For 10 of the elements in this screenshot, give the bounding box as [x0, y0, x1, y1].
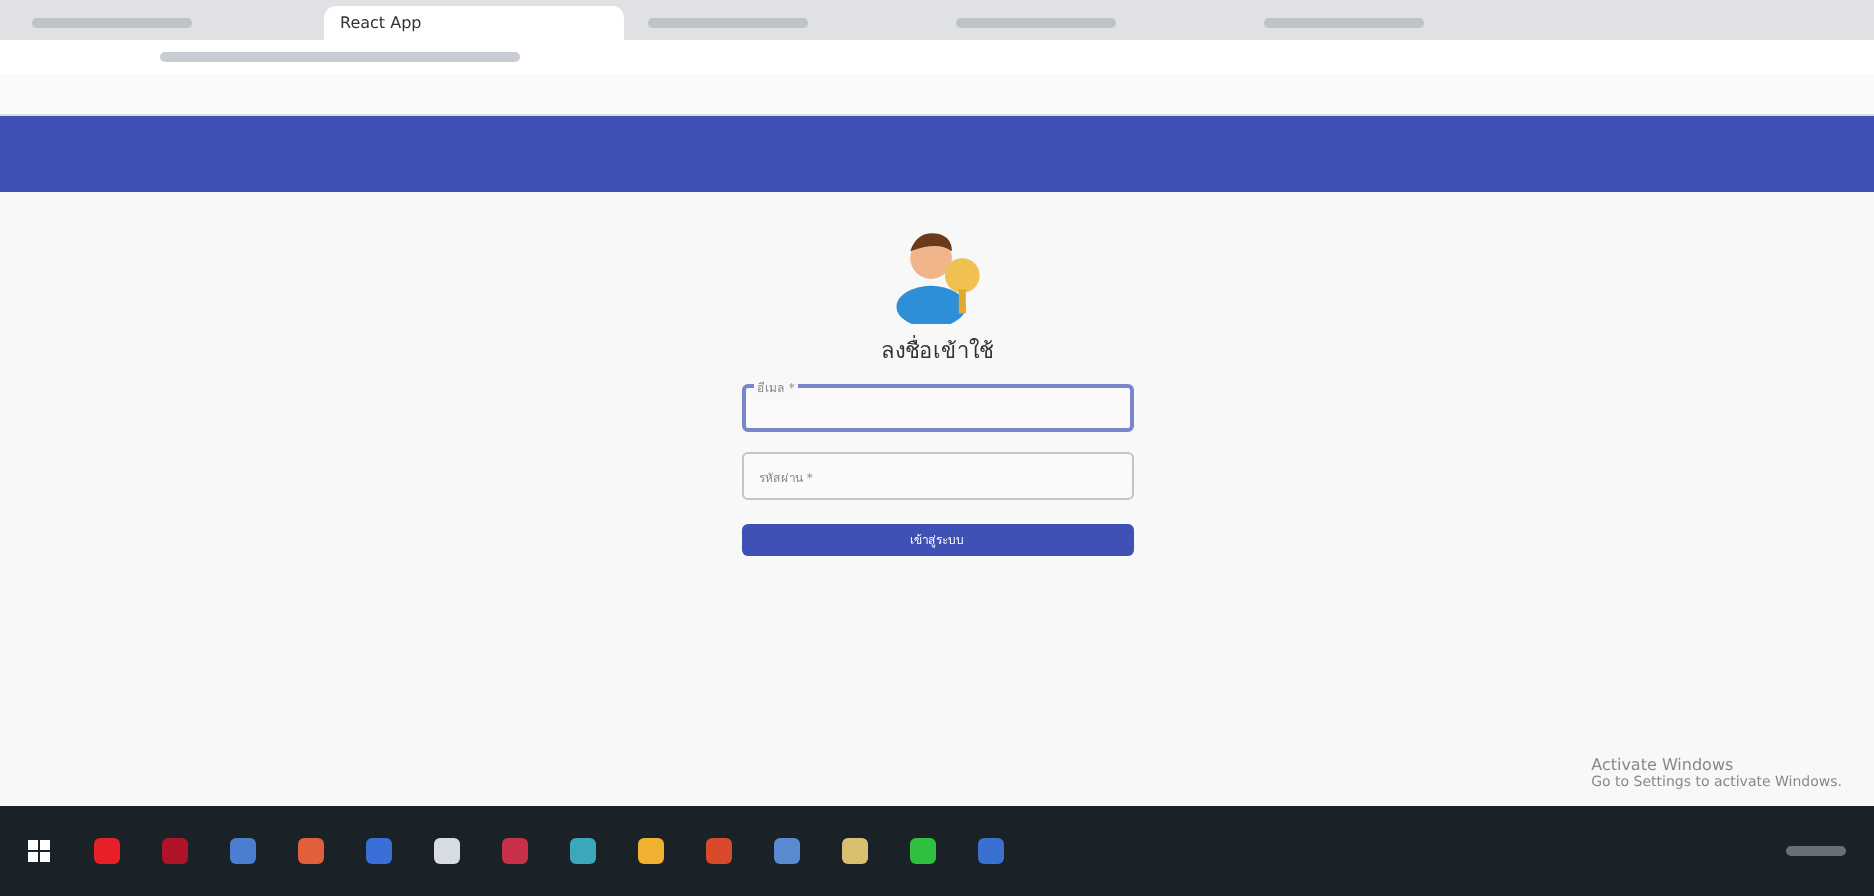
login-title: ลงชื่อเข้าใช้: [881, 333, 993, 368]
taskbar-app-icon[interactable]: [638, 838, 664, 864]
taskbar-app-icon[interactable]: [910, 838, 936, 864]
activation-title: Activate Windows: [1591, 756, 1736, 774]
taskbar-app-icon[interactable]: [842, 838, 868, 864]
start-icon[interactable]: [28, 839, 52, 863]
browser-tab[interactable]: React App: [324, 6, 624, 40]
taskbar-app-icon[interactable]: [570, 838, 596, 864]
taskbar-app-icon[interactable]: [434, 838, 460, 864]
blurred-clock: [1786, 846, 1846, 856]
